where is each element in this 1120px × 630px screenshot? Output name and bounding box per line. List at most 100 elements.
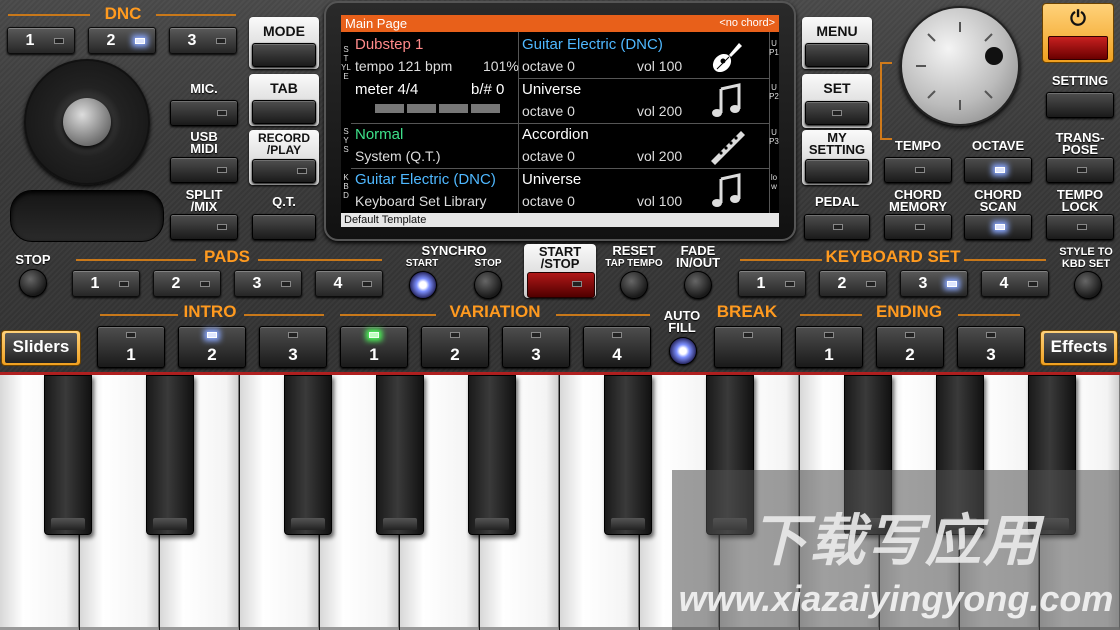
reset-tap-tempo-button[interactable] [620, 271, 648, 299]
pedal-button[interactable] [804, 214, 870, 240]
pads-title: PADS [204, 247, 250, 266]
tab-button[interactable]: TAB [249, 74, 319, 126]
usb-midi-led [217, 167, 227, 173]
beat-indicator [375, 104, 515, 113]
up1-voice[interactable]: Guitar Electric (DNC) [522, 36, 663, 53]
menu-button-pad [805, 43, 869, 67]
variation-title: VARIATION [449, 302, 541, 321]
intro-title: INTRO [183, 302, 237, 321]
data-dial[interactable] [900, 6, 1020, 126]
pad-button-4[interactable]: 4 [315, 270, 383, 297]
intro-button-3[interactable]: 3 [259, 326, 327, 368]
synchro-stop-button[interactable] [474, 271, 502, 299]
tab-button-pad [252, 100, 316, 124]
power-button[interactable]: ⏻ [1042, 3, 1114, 63]
up3-voice[interactable]: Accordion [522, 126, 589, 143]
dnc-button-3[interactable]: 3 [169, 27, 237, 54]
dnc-button-1[interactable]: 1 [7, 27, 75, 54]
keyboard-set-button-3[interactable]: 3 [900, 270, 968, 297]
black-key[interactable] [468, 375, 516, 535]
tempo-button[interactable] [884, 157, 952, 183]
joystick-base[interactable] [24, 59, 150, 185]
music-note-icon-low [709, 173, 745, 209]
ending-button-3[interactable]: 3 [957, 326, 1025, 368]
start-stop-pad [527, 272, 595, 298]
ending-button-1[interactable]: 1 [795, 326, 863, 368]
break-button[interactable] [714, 326, 782, 368]
up1-vol: vol 100 [637, 58, 683, 74]
my-setting-button[interactable]: MY SETTING [802, 130, 872, 185]
start-stop-button[interactable]: START /STOP [524, 244, 596, 298]
synchro-label: SYNCHRO [421, 243, 487, 258]
mode-button-pad [252, 43, 316, 67]
reset-label: RESET [612, 243, 656, 258]
keyboard-set-button-2[interactable]: 2 [819, 270, 887, 297]
setting-label: SETTING [1051, 73, 1109, 88]
fade-in-out-button[interactable] [684, 271, 712, 299]
set-button[interactable]: SET [802, 74, 872, 128]
low-voice[interactable]: Universe [522, 171, 581, 188]
black-key[interactable] [284, 375, 332, 535]
qt-button[interactable] [252, 214, 316, 240]
tempo-lock-button[interactable] [1046, 214, 1114, 240]
auto-fill-label: AUTO FILL [663, 308, 701, 335]
pad-button-3[interactable]: 3 [234, 270, 302, 297]
set-led [832, 110, 842, 116]
usb-midi-label: USB MIDI [190, 129, 218, 156]
variation-button-2[interactable]: 2 [421, 326, 489, 368]
modulation-strip[interactable] [10, 190, 164, 242]
mic-button[interactable] [170, 100, 238, 126]
split-mix-button[interactable] [170, 214, 238, 240]
menu-button[interactable]: MENU [802, 17, 872, 69]
intro-button-2[interactable]: 2 [178, 326, 246, 368]
main-display[interactable]: Main Page <no chord> STYLE SYS KBD Dubst… [341, 15, 779, 227]
ending-button-2[interactable]: 2 [876, 326, 944, 368]
synchro-start-label: START [405, 258, 439, 269]
sliders-button[interactable]: Sliders [1, 330, 81, 366]
black-key[interactable] [604, 375, 652, 535]
keyboard-set-button-1[interactable]: 1 [738, 270, 806, 297]
usb-midi-button[interactable] [170, 157, 238, 183]
mode-button[interactable]: MODE [249, 17, 319, 69]
keyboard-set-name[interactable]: Guitar Electric (DNC) [355, 171, 496, 188]
style-to-kbd-set-button[interactable] [1074, 271, 1102, 299]
variation-button-3[interactable]: 3 [502, 326, 570, 368]
up2-voice[interactable]: Universe [522, 81, 581, 98]
chord-scan-button[interactable] [964, 214, 1032, 240]
watermark-cn-text: 下载写应用 [751, 509, 1041, 572]
variation-button-1[interactable]: 1 [340, 326, 408, 368]
display-header: Main Page <no chord> [341, 15, 779, 32]
style-name[interactable]: Dubstep 1 [355, 36, 423, 53]
variation-button-4[interactable]: 4 [583, 326, 651, 368]
auto-fill-button[interactable] [669, 337, 697, 365]
keyboard-set-title: KEYBOARD SET [825, 247, 961, 266]
dnc-3-led [216, 38, 226, 44]
part-up2: UP2 [769, 83, 779, 101]
dnc-2-led [135, 38, 145, 44]
pad-button-2[interactable]: 2 [153, 270, 221, 297]
intro-button-1[interactable]: 1 [97, 326, 165, 368]
keyboard-set-button-4[interactable]: 4 [981, 270, 1049, 297]
flute-icon [707, 127, 747, 165]
set-button-pad [805, 101, 869, 125]
stop-button[interactable] [19, 269, 47, 297]
transpose-label: TRANS- POSE [1055, 130, 1105, 157]
meter: meter 4/4 [355, 81, 419, 98]
record-play-button[interactable]: RECORD /PLAY [249, 130, 319, 185]
black-key[interactable] [376, 375, 424, 535]
black-key[interactable] [146, 375, 194, 535]
joystick-knob[interactable] [63, 98, 111, 146]
dnc-button-2[interactable]: 2 [88, 27, 156, 54]
octave-button[interactable] [964, 157, 1032, 183]
transpose-button[interactable] [1046, 157, 1114, 183]
low-octave: octave 0 [522, 193, 575, 209]
dnc-title: DNC [104, 4, 142, 23]
style-to-kbd-label: STYLE TO KBD SET [1059, 246, 1113, 270]
synchro-start-button[interactable] [409, 271, 437, 299]
chord-memory-button[interactable] [884, 214, 952, 240]
effects-button[interactable]: Effects [1040, 330, 1118, 366]
setting-button[interactable] [1046, 92, 1114, 118]
system-name[interactable]: Normal [355, 126, 403, 143]
black-key[interactable] [44, 375, 92, 535]
pad-button-1[interactable]: 1 [72, 270, 140, 297]
